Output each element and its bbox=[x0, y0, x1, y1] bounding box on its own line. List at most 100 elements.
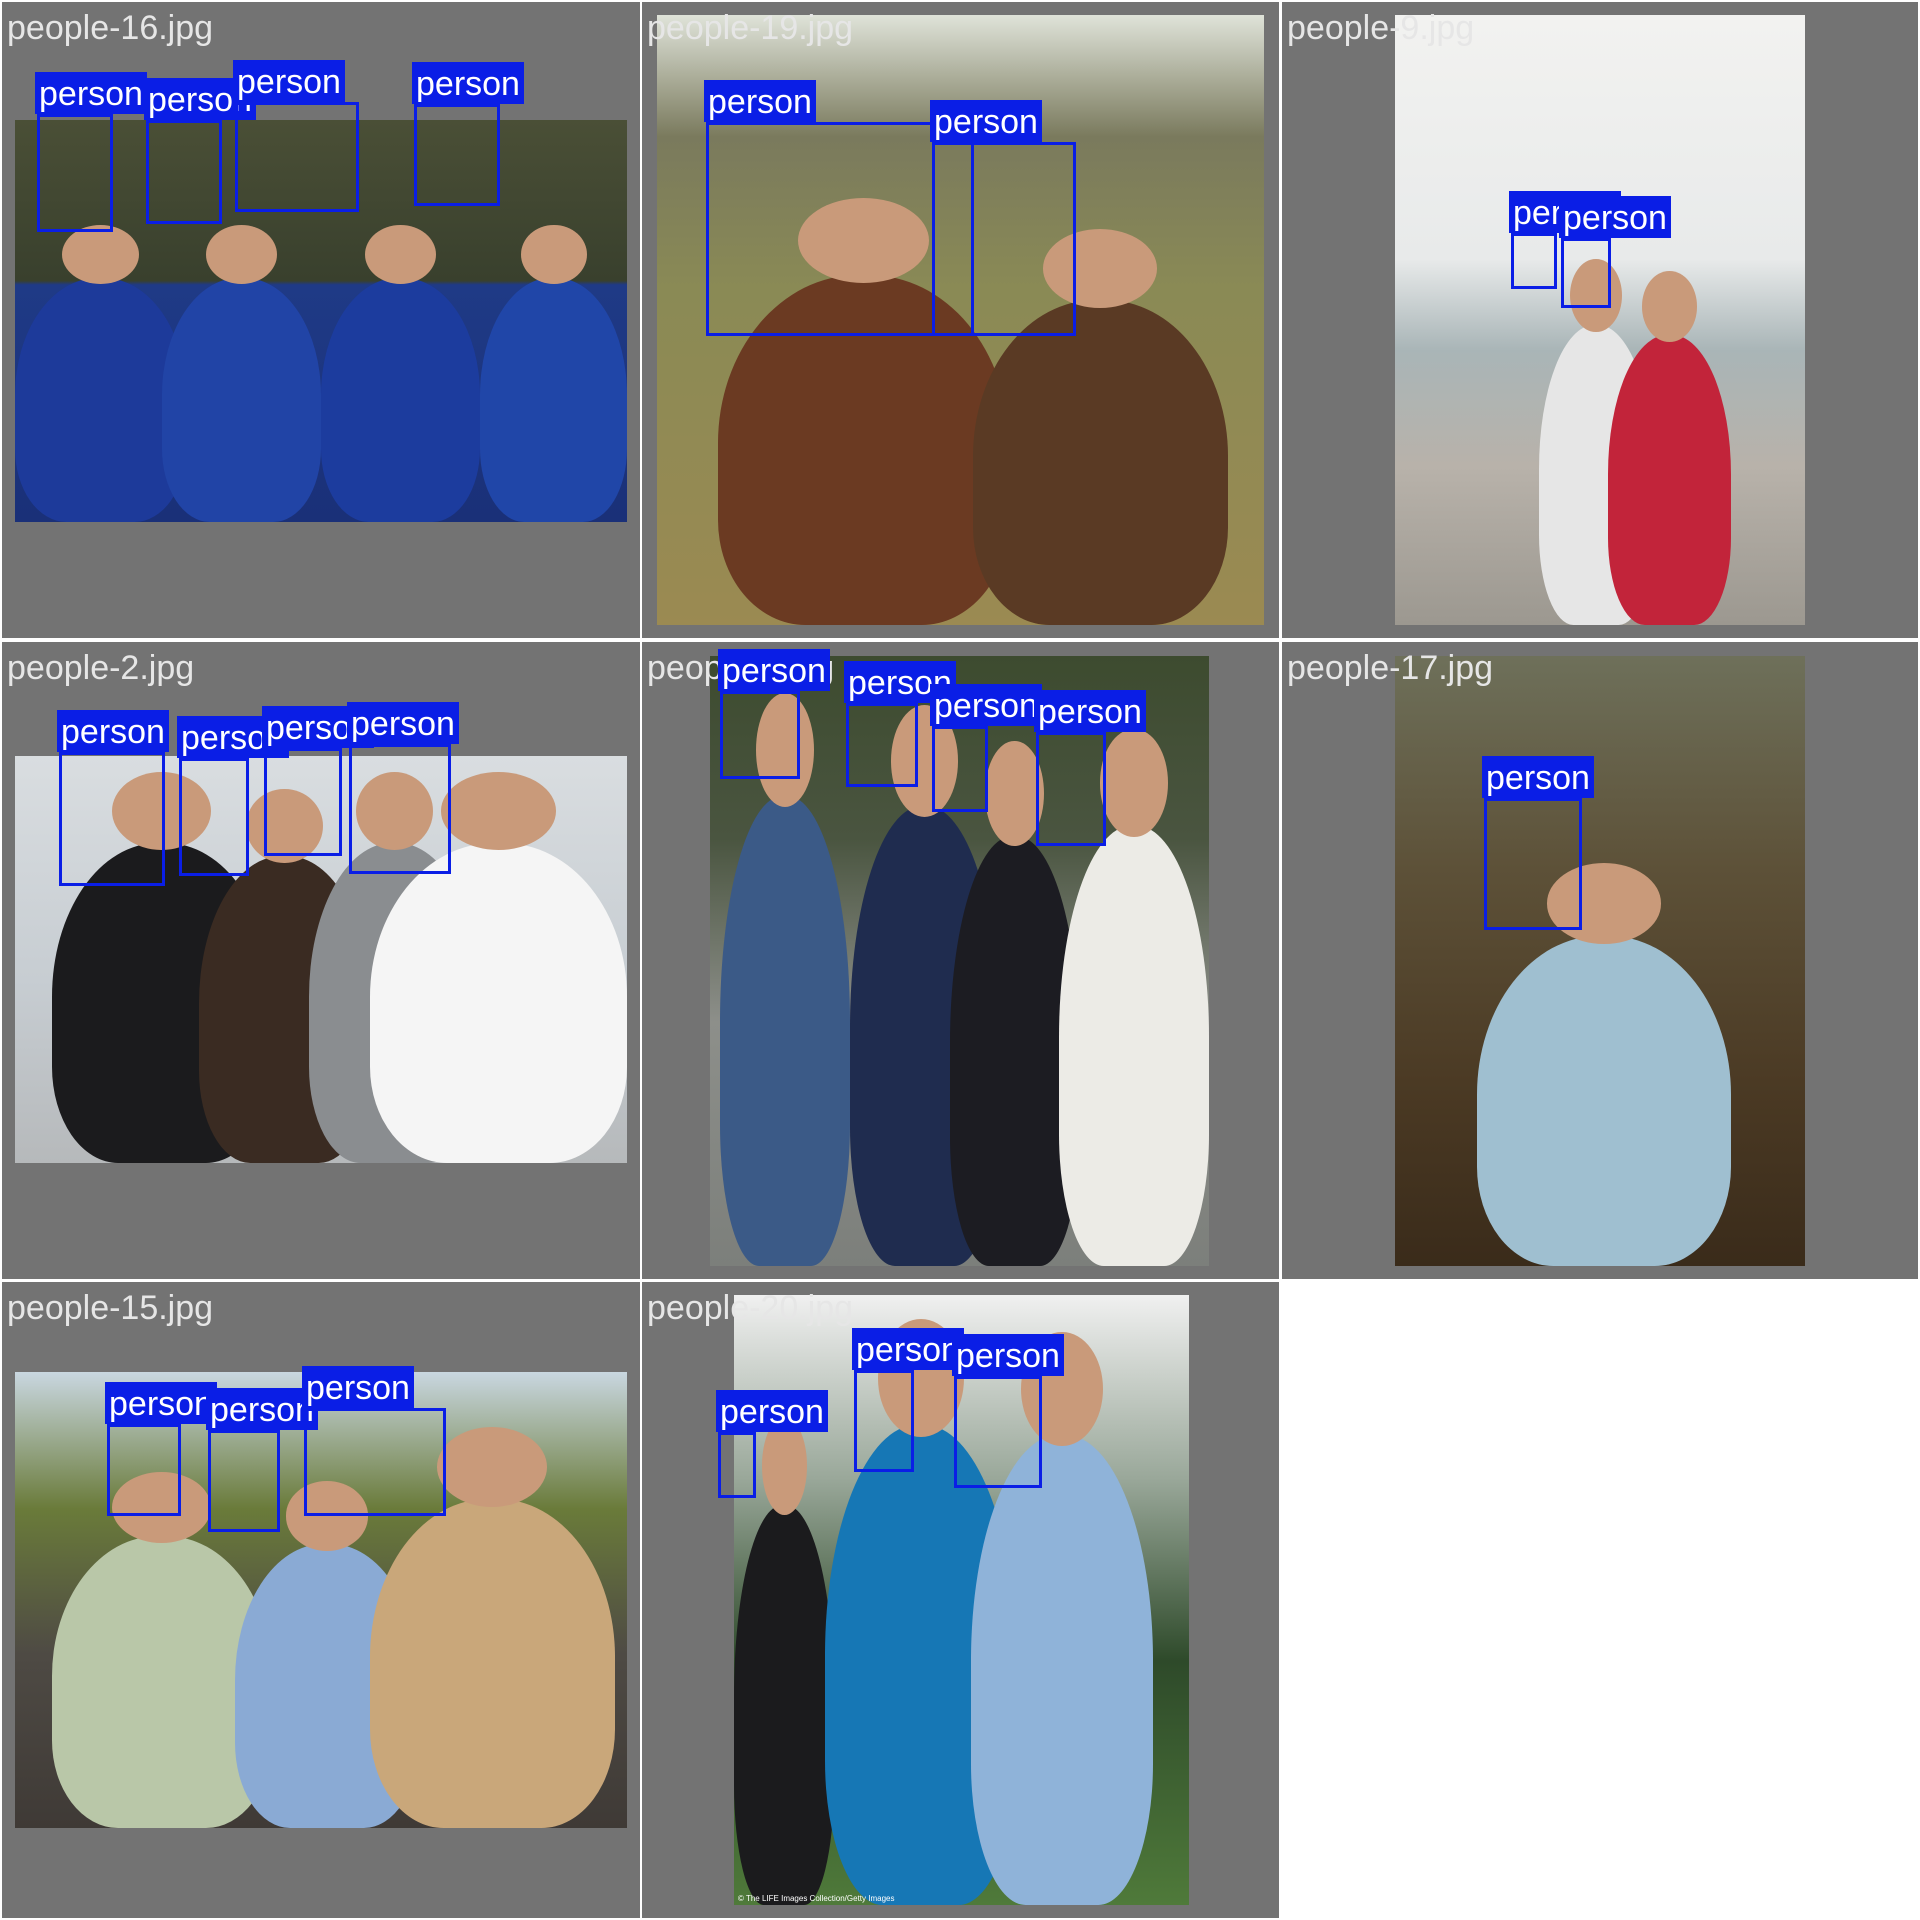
person-figure bbox=[1477, 935, 1732, 1266]
person-head bbox=[985, 741, 1044, 847]
person-head bbox=[437, 1426, 548, 1507]
bounding-box bbox=[208, 1430, 280, 1532]
detection-box: person bbox=[57, 710, 169, 886]
class-label: person bbox=[1559, 196, 1671, 238]
bounding-box bbox=[59, 752, 165, 886]
detection-box: person bbox=[302, 1366, 446, 1516]
bounding-box bbox=[854, 1370, 914, 1472]
class-label: person bbox=[1034, 690, 1146, 732]
detection-box: person bbox=[930, 684, 1042, 812]
detection-box: person bbox=[233, 60, 359, 212]
class-label: person bbox=[704, 80, 816, 122]
bounding-box bbox=[37, 114, 113, 232]
person-figure bbox=[1059, 825, 1209, 1266]
detection-box: person bbox=[35, 72, 147, 232]
filename-label: people-16.jpg bbox=[7, 9, 214, 47]
bounding-box bbox=[932, 726, 988, 812]
bounding-box bbox=[954, 1376, 1042, 1488]
detection-box: person bbox=[412, 62, 524, 206]
bounding-box bbox=[720, 691, 800, 779]
class-label: person bbox=[347, 702, 459, 744]
class-label: person bbox=[412, 62, 524, 104]
person-head bbox=[205, 224, 278, 284]
person-figure bbox=[970, 1434, 1153, 1905]
bounding-box bbox=[1561, 238, 1611, 308]
detection-box: person bbox=[844, 661, 956, 787]
bounding-box bbox=[718, 1432, 756, 1498]
person-head bbox=[1100, 729, 1168, 837]
class-label: person bbox=[105, 1382, 217, 1424]
detection-box: person bbox=[347, 702, 459, 874]
grid-cell: people-7.jpgpersonpersonpersonperson bbox=[642, 642, 1279, 1279]
person-head bbox=[1642, 271, 1698, 342]
bounding-box bbox=[414, 104, 500, 206]
filename-label: people-15.jpg bbox=[7, 1289, 214, 1327]
bounding-box bbox=[1511, 233, 1557, 289]
person-figure bbox=[161, 278, 321, 522]
photo bbox=[1395, 15, 1805, 625]
bounding-box bbox=[846, 703, 918, 787]
bounding-box bbox=[235, 102, 359, 212]
detection-box: person bbox=[930, 100, 1076, 336]
class-label: person bbox=[716, 1390, 828, 1432]
detection-box: person bbox=[1034, 690, 1146, 846]
class-label: person bbox=[302, 1366, 414, 1408]
detection-box: person bbox=[177, 716, 289, 876]
bounding-box bbox=[107, 1424, 181, 1516]
detection-box: person bbox=[1509, 191, 1621, 289]
bounding-box bbox=[349, 744, 451, 874]
filename-label: people-20.jpg bbox=[647, 1289, 854, 1327]
class-label: person bbox=[930, 684, 1042, 726]
class-label: person bbox=[35, 72, 147, 114]
detection-box: person bbox=[105, 1382, 217, 1516]
bounding-box bbox=[932, 142, 1076, 336]
class-label: person bbox=[1482, 756, 1594, 798]
class-label: person bbox=[57, 710, 169, 752]
grid-cell: people-16.jpg person person person person bbox=[2, 2, 640, 638]
filename-label: people-2.jpg bbox=[7, 649, 195, 687]
bounding-box bbox=[1484, 798, 1582, 930]
person-figure bbox=[369, 1498, 615, 1828]
person-figure bbox=[1608, 334, 1732, 625]
person-figure bbox=[734, 1504, 835, 1905]
detection-box: person bbox=[144, 78, 256, 224]
class-label: person bbox=[952, 1334, 1064, 1376]
person-head bbox=[62, 224, 140, 284]
detection-box: person bbox=[206, 1388, 318, 1532]
grid-cell: © The LIFE Images Collection/Getty Image… bbox=[642, 1282, 1279, 1918]
grid-cell: people-19.jpg person person bbox=[642, 2, 1279, 638]
detection-box: person bbox=[1482, 756, 1594, 930]
detection-box: person bbox=[852, 1328, 964, 1472]
person-figure bbox=[480, 278, 627, 522]
grid-cell: people-9.jpg personperson bbox=[1282, 2, 1918, 638]
person-figure bbox=[972, 299, 1228, 625]
bounding-box bbox=[264, 748, 342, 856]
person-figure bbox=[15, 278, 187, 522]
grid-cell: people-2.jpg person person person person bbox=[2, 642, 640, 1279]
person-figure bbox=[321, 278, 481, 522]
filename-label: people-9.jpg bbox=[1287, 9, 1475, 47]
class-label: person bbox=[718, 649, 830, 691]
person-head bbox=[440, 772, 557, 851]
bounding-box bbox=[146, 120, 222, 224]
filename-label: people-17.jpg bbox=[1287, 649, 1494, 687]
bounding-box bbox=[1036, 732, 1106, 846]
detection-box: person bbox=[718, 649, 830, 779]
detection-box: person bbox=[716, 1390, 828, 1498]
detection-box: person bbox=[262, 706, 374, 856]
class-label: person bbox=[930, 100, 1042, 142]
class-label: person bbox=[233, 60, 345, 102]
detection-box: person bbox=[952, 1334, 1064, 1488]
image-grid: people-16.jpg person person person person peo… bbox=[0, 0, 1920, 1920]
person-head bbox=[364, 224, 437, 284]
bounding-box bbox=[179, 758, 249, 876]
detection-box: person bbox=[1559, 196, 1671, 308]
bounding-box bbox=[304, 1408, 446, 1516]
person-figure bbox=[369, 842, 627, 1163]
grid-cell: people-17.jpg person bbox=[1282, 642, 1918, 1279]
watermark: © The LIFE Images Collection/Getty Image… bbox=[738, 1894, 895, 1903]
person-head bbox=[520, 224, 587, 284]
grid-cell: people-15.jpg person person person bbox=[2, 1282, 640, 1918]
photo bbox=[1395, 656, 1805, 1266]
person-figure bbox=[719, 795, 850, 1266]
